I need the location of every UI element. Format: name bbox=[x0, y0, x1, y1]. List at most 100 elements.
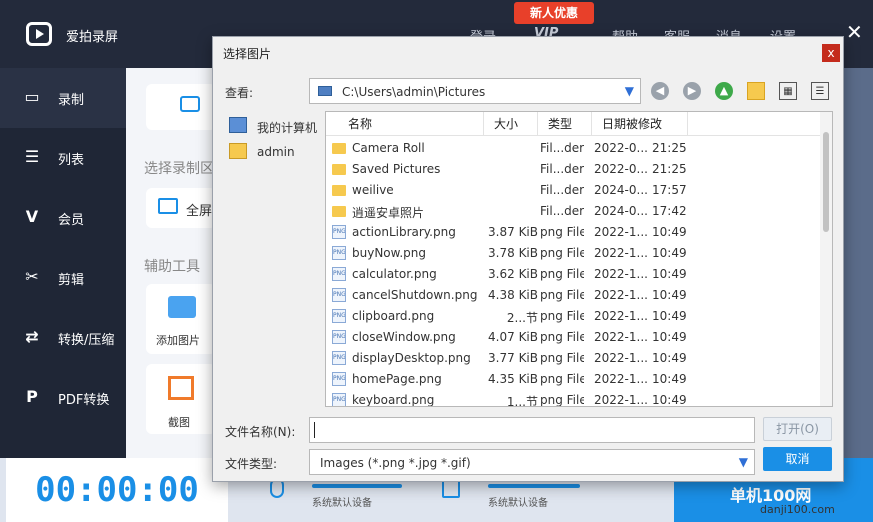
folder-icon bbox=[332, 185, 346, 196]
mic-volume-slider[interactable] bbox=[312, 484, 402, 488]
select-image-dialog: 选择图片 x 查看: C:\Users\admin\Pictures ▼ ◀ ▶… bbox=[212, 36, 844, 482]
sidebar-item-convert[interactable]: ⇄ 转换/压缩 bbox=[0, 308, 126, 368]
file-name-label: 文件名称(N): bbox=[225, 425, 296, 439]
image-icon bbox=[168, 296, 196, 318]
column-size[interactable]: 大小 bbox=[484, 112, 538, 136]
file-type: Fil...der bbox=[540, 183, 584, 197]
file-type-combobox[interactable]: Images (*.png *.jpg *.gif) ▼ bbox=[309, 449, 755, 475]
detail-view-icon[interactable]: ☰ bbox=[811, 82, 829, 100]
file-type: png File bbox=[540, 288, 584, 302]
look-in-path: C:\Users\admin\Pictures bbox=[342, 85, 486, 99]
png-file-icon: PNG bbox=[332, 393, 346, 406]
column-type[interactable]: 类型 bbox=[538, 112, 592, 136]
place-admin[interactable]: admin bbox=[225, 141, 325, 165]
sidebar-item-list[interactable]: ☰ 列表 bbox=[0, 128, 126, 188]
file-date: 2022-0... bbox=[594, 141, 648, 155]
file-date: 2022-1... bbox=[594, 246, 648, 260]
png-file-icon: PNG bbox=[332, 288, 346, 302]
sidebar-item-label: 列表 bbox=[58, 153, 85, 168]
file-row[interactable]: PNG keyboard.png 1...节 png File 2022-1... 10:… bbox=[326, 390, 820, 407]
file-row[interactable]: PNG cancelShutdown.png 4.38 KiB png File 202… bbox=[326, 285, 820, 306]
vertical-scrollbar[interactable] bbox=[820, 112, 832, 406]
fullscreen-option[interactable]: 全屏 bbox=[146, 188, 216, 228]
watermark-url: danji100.com bbox=[760, 503, 835, 516]
chevron-down-icon[interactable]: ▼ bbox=[739, 455, 748, 469]
open-button[interactable]: 打开(O) bbox=[763, 417, 832, 441]
file-date: 2024-0... bbox=[594, 183, 648, 197]
file-date: 2022-1... bbox=[594, 309, 648, 323]
tools-label: 辅助工具 bbox=[144, 259, 200, 275]
chevron-down-icon[interactable]: ▼ bbox=[625, 84, 634, 98]
file-name: keyboard.png bbox=[352, 393, 435, 407]
forward-icon[interactable]: ▶ bbox=[683, 82, 701, 100]
file-row[interactable]: PNG clipboard.png 2...节 png File 2022-1... 10… bbox=[326, 306, 820, 327]
file-size: 1...节 bbox=[506, 395, 538, 407]
close-icon[interactable]: ✕ bbox=[846, 22, 863, 42]
file-name-input[interactable] bbox=[309, 417, 755, 443]
sidebar-item-edit[interactable]: ✂ 剪辑 bbox=[0, 248, 126, 308]
record-mode-card[interactable] bbox=[146, 84, 216, 130]
pdf-icon: P bbox=[26, 387, 38, 406]
cancel-button[interactable]: 取消 bbox=[763, 447, 832, 471]
sidebar-item-pdf[interactable]: P PDF转换 bbox=[0, 368, 126, 428]
list-view-icon[interactable]: ▦ bbox=[779, 82, 797, 100]
look-in-combobox[interactable]: C:\Users\admin\Pictures ▼ bbox=[309, 78, 641, 104]
app-logo-icon bbox=[26, 22, 52, 46]
sidebar-item-label: PDF转换 bbox=[58, 393, 110, 408]
png-file-icon: PNG bbox=[332, 225, 346, 239]
file-size: 3.78 KiB bbox=[488, 246, 538, 260]
folder-icon bbox=[318, 86, 332, 96]
file-list[interactable]: 名称 大小 类型 日期被修改 Camera Roll Fil...der 2022-… bbox=[325, 111, 833, 407]
png-file-icon: PNG bbox=[332, 246, 346, 260]
file-date: 2022-1... bbox=[594, 351, 648, 365]
scrollbar-thumb[interactable] bbox=[823, 132, 829, 232]
file-name: buyNow.png bbox=[352, 246, 427, 260]
promo-badge[interactable]: 新人优惠 bbox=[514, 2, 594, 24]
back-icon[interactable]: ◀ bbox=[651, 82, 669, 100]
record-timer: 00:00:00 bbox=[6, 458, 228, 522]
convert-icon: ⇄ bbox=[25, 327, 39, 346]
folder-row[interactable]: Saved Pictures Fil...der 2022-0... 21:25 bbox=[326, 159, 820, 180]
sidebar-item-record[interactable]: ▭ 录制 bbox=[0, 68, 126, 128]
file-date: 2022-1... bbox=[594, 393, 648, 407]
file-name: Camera Roll bbox=[352, 141, 425, 155]
file-row[interactable]: PNG actionLibrary.png 3.87 KiB png File 2022… bbox=[326, 222, 820, 243]
list-icon: ☰ bbox=[24, 147, 40, 166]
add-image-tool[interactable]: 添加图片 bbox=[146, 284, 216, 354]
file-time: 10:49 bbox=[652, 330, 687, 344]
sidebar-item-vip[interactable]: V 会员 bbox=[0, 188, 126, 248]
file-time: 21:25 bbox=[652, 141, 687, 155]
screenshot-tool[interactable]: 截图 bbox=[146, 364, 216, 434]
file-time: 10:49 bbox=[652, 372, 687, 386]
folder-row[interactable]: 逍遥安卓照片 Fil...der 2024-0... 17:42 bbox=[326, 201, 820, 222]
file-name: clipboard.png bbox=[352, 309, 435, 323]
png-file-icon: PNG bbox=[332, 351, 346, 365]
place-my-computer[interactable]: 我的计算机 bbox=[225, 115, 325, 139]
column-date[interactable]: 日期被修改 bbox=[592, 112, 688, 136]
png-file-icon: PNG bbox=[332, 309, 346, 323]
file-row[interactable]: PNG buyNow.png 3.78 KiB png File 2022-1... 10… bbox=[326, 243, 820, 264]
folder-icon bbox=[332, 143, 346, 154]
file-time: 17:57 bbox=[652, 183, 687, 197]
file-row[interactable]: PNG calculator.png 3.62 KiB png File 2022-1.… bbox=[326, 264, 820, 285]
file-type: png File bbox=[540, 246, 584, 260]
dialog-close-button[interactable]: x bbox=[822, 44, 840, 62]
file-type: png File bbox=[540, 372, 584, 386]
file-size: 4.07 KiB bbox=[488, 330, 538, 344]
column-name[interactable]: 名称 bbox=[338, 112, 484, 136]
folder-row[interactable]: Camera Roll Fil...der 2022-0... 21:25 bbox=[326, 138, 820, 159]
file-row[interactable]: PNG homePage.png 4.35 KiB png File 2022-1...… bbox=[326, 369, 820, 390]
file-row[interactable]: PNG closeWindow.png 4.07 KiB png File 2022-1… bbox=[326, 327, 820, 348]
file-size: 3.62 KiB bbox=[488, 267, 538, 281]
vip-icon: V bbox=[25, 207, 39, 226]
file-time: 10:49 bbox=[652, 309, 687, 323]
speaker-volume-slider[interactable] bbox=[488, 484, 580, 488]
folder-row[interactable]: weilive Fil...der 2024-0... 17:57 bbox=[326, 180, 820, 201]
new-folder-icon[interactable] bbox=[747, 82, 765, 100]
app-title: 爱拍录屏 bbox=[66, 30, 119, 45]
mic-device-label: 系统默认设备 bbox=[312, 498, 372, 509]
file-date: 2022-1... bbox=[594, 330, 648, 344]
file-row[interactable]: PNG displayDesktop.png 3.77 KiB png File 202… bbox=[326, 348, 820, 369]
parent-folder-icon[interactable]: ▲ bbox=[715, 82, 733, 100]
png-file-icon: PNG bbox=[332, 267, 346, 281]
